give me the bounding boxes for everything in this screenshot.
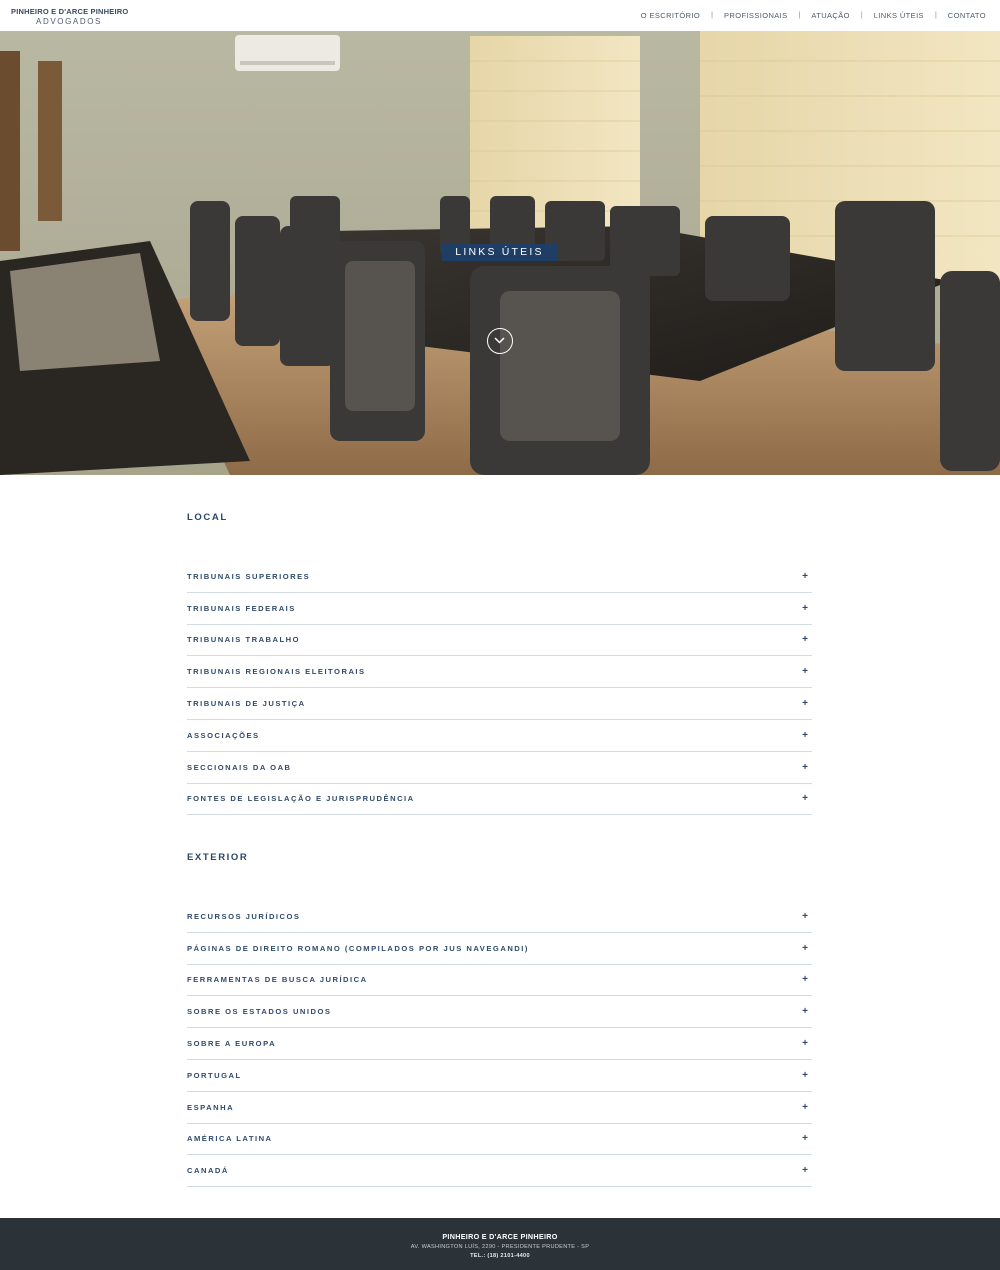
site-footer: PINHEIRO E D'ARCE PINHEIRO AV. WASHINGTO… <box>0 1218 1000 1270</box>
hero-banner: LINKS ÚTEIS <box>0 31 1000 475</box>
nav-contato[interactable]: CONTATO <box>948 11 986 20</box>
nav-separator: | <box>711 12 713 19</box>
plus-icon[interactable]: + <box>802 603 808 614</box>
plus-icon[interactable]: + <box>802 1038 808 1049</box>
accordion-item[interactable]: TRIBUNAIS TRABALHO + <box>187 625 812 657</box>
plus-icon[interactable]: + <box>802 666 808 677</box>
accordion-item[interactable]: TRIBUNAIS SUPERIORES + <box>187 561 812 593</box>
accordion-item-label: PÁGINAS DE DIREITO ROMANO (COMPILADOS PO… <box>187 943 529 953</box>
logo-name: PINHEIRO E D'ARCE PINHEIRO <box>11 7 129 16</box>
accordion-item[interactable]: PÁGINAS DE DIREITO ROMANO (COMPILADOS PO… <box>187 933 812 965</box>
scroll-down-button[interactable] <box>487 328 513 354</box>
accordion-item[interactable]: ESPANHA + <box>187 1092 812 1124</box>
accordion-item[interactable]: TRIBUNAIS REGIONAIS ELEITORAIS + <box>187 656 812 689</box>
plus-icon[interactable]: + <box>802 943 808 954</box>
accordion-item-label: AMÉRICA LATINA <box>187 1134 273 1144</box>
hero-title: LINKS ÚTEIS <box>442 244 557 261</box>
plus-icon[interactable]: + <box>802 1165 808 1176</box>
accordion-item-label: TRIBUNAIS DE JUSTIÇA <box>187 699 306 709</box>
nav-separator: | <box>934 12 937 19</box>
accordion-item-label: TRIBUNAIS REGIONAIS ELEITORAIS <box>187 667 366 677</box>
accordion-item[interactable]: ASSOCIAÇÕES + <box>187 720 812 752</box>
footer-phone: TEL.: (18) 2101-4400 <box>470 1253 530 1259</box>
accordion-item[interactable]: TRIBUNAIS FEDERAIS + <box>187 593 812 625</box>
accordion-item[interactable]: FONTES DE LEGISLAÇÃO E JURISPRUDÊNCIA + <box>187 784 812 816</box>
accordion-item-label: PORTUGAL <box>187 1070 242 1080</box>
accordion-item-label: ASSOCIAÇÕES <box>187 730 260 740</box>
plus-icon[interactable]: + <box>802 634 808 645</box>
accordion-item-label: FONTES DE LEGISLAÇÃO E JURISPRUDÊNCIA <box>187 794 415 804</box>
plus-icon[interactable]: + <box>802 730 808 741</box>
section-title-exterior: EXTERIOR <box>187 852 249 863</box>
accordion-item-label: TRIBUNAIS TRABALHO <box>187 635 301 645</box>
plus-icon[interactable]: + <box>802 1133 808 1144</box>
plus-icon[interactable]: + <box>802 762 808 773</box>
accordion-item[interactable]: SOBRE A EUROPA + <box>187 1028 812 1060</box>
accordion-item[interactable]: AMÉRICA LATINA + <box>187 1124 812 1156</box>
section-title-local: LOCAL <box>187 512 228 523</box>
logo-subtitle: ADVOGADOS <box>36 17 102 26</box>
plus-icon[interactable]: + <box>802 974 808 985</box>
nav-links-uteis[interactable]: LINKS ÚTEIS <box>874 11 924 20</box>
accordion-local: TRIBUNAIS SUPERIORES + TRIBUNAIS FEDERAIS +… <box>187 561 812 816</box>
plus-icon[interactable]: + <box>802 571 808 582</box>
main-nav: O ESCRITÓRIO | PROFISSIONAIS | ATUAÇÃO |… <box>641 11 986 20</box>
accordion-item[interactable]: FERRAMENTAS DE BUSCA JURÍDICA + <box>187 965 812 997</box>
plus-icon[interactable]: + <box>802 793 808 804</box>
accordion-item-label: CANADÁ <box>187 1166 229 1176</box>
accordion-item[interactable]: SECCIONAIS DA OAB + <box>187 752 812 784</box>
accordion-item-label: TRIBUNAIS FEDERAIS <box>187 603 296 613</box>
accordion-item[interactable]: TRIBUNAIS DE JUSTIÇA + <box>187 688 812 720</box>
accordion-item-label: FERRAMENTAS DE BUSCA JURÍDICA <box>187 975 368 985</box>
plus-icon[interactable]: + <box>802 698 808 709</box>
nav-o-escritorio[interactable]: O ESCRITÓRIO <box>641 11 700 20</box>
plus-icon[interactable]: + <box>802 1102 808 1113</box>
accordion-item-label: SECCIONAIS DA OAB <box>187 762 292 772</box>
accordion-item-label: RECURSOS JURÍDICOS <box>187 911 301 921</box>
nav-separator: | <box>798 12 801 19</box>
nav-atuacao[interactable]: ATUAÇÃO <box>811 11 850 20</box>
accordion-item[interactable]: RECURSOS JURÍDICOS + <box>187 901 812 933</box>
accordion-item-label: SOBRE A EUROPA <box>187 1039 277 1049</box>
plus-icon[interactable]: + <box>802 1070 808 1081</box>
accordion-item[interactable]: SOBRE OS ESTADOS UNIDOS + <box>187 996 812 1029</box>
accordion-item[interactable]: CANADÁ + <box>187 1155 812 1188</box>
footer-company-name: PINHEIRO E D'ARCE PINHEIRO <box>442 1232 558 1241</box>
site-header: PINHEIRO E D'ARCE PINHEIRO ADVOGADOS O E… <box>0 0 1000 31</box>
plus-icon[interactable]: + <box>802 1006 808 1017</box>
accordion-item-label: SOBRE OS ESTADOS UNIDOS <box>187 1007 332 1017</box>
accordion-exterior: RECURSOS JURÍDICOS + PÁGINAS DE DIREITO RO… <box>187 901 812 1188</box>
logo[interactable]: PINHEIRO E D'ARCE PINHEIRO ADVOGADOS <box>11 7 129 27</box>
chevron-down-icon <box>494 337 505 344</box>
accordion-item-label: TRIBUNAIS SUPERIORES <box>187 571 311 581</box>
accordion-item[interactable]: PORTUGAL + <box>187 1060 812 1092</box>
plus-icon[interactable]: + <box>802 911 808 922</box>
nav-separator: | <box>860 12 863 19</box>
footer-address: AV. WASHINGTON LUÍS, 2290 - PRESIDENTE P… <box>410 1244 590 1250</box>
nav-profissionais[interactable]: PROFISSIONAIS <box>724 11 788 20</box>
accordion-item-label: ESPANHA <box>187 1102 235 1112</box>
